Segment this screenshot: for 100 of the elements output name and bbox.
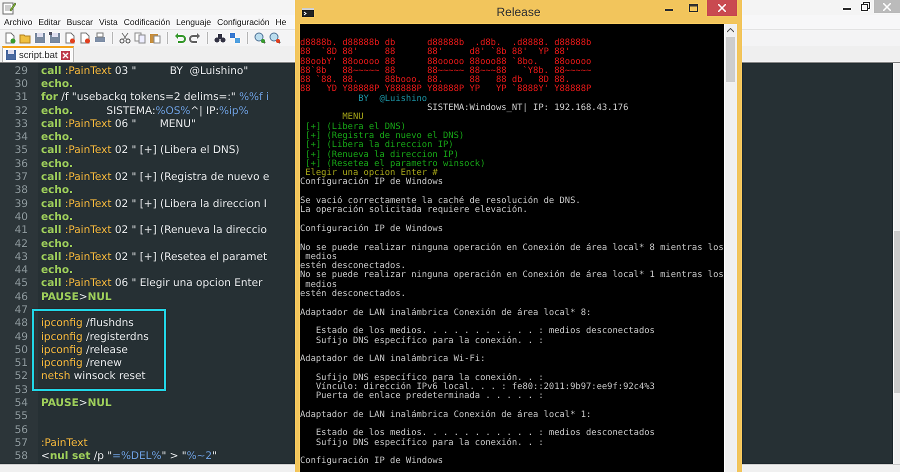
console-line: Se vació correctamente la caché de resolución de DNS.: [300, 197, 582, 206]
code-line: PAUSE>NUL: [41, 397, 112, 410]
console-line: Adaptador de LAN inalámbrica Conexión de área local* 8:: [300, 308, 592, 318]
replace-icon[interactable]: [229, 32, 241, 44]
console-line: Configuración IP de Windows: [300, 178, 444, 188]
zoom-out-icon[interactable]: [269, 32, 281, 44]
close-files-icon[interactable]: [79, 32, 91, 44]
line-number: 52: [14, 370, 28, 382]
scroll-thumb[interactable]: [726, 37, 735, 82]
line-number: 40: [14, 210, 28, 223]
line-number: 42: [14, 238, 28, 250]
console-line: 88 `88. 88. 88booo. 88. 88 88 db 8D 88.: [300, 76, 570, 86]
code-line: PAUSE>NUL: [41, 290, 112, 303]
code-line: call :PainText 02 " [+] (Resetea el paramet: [41, 250, 268, 263]
close-icon: [718, 4, 726, 12]
console-line: d8888b. d88888b db d88888b .d8b. .d8888. d88888b: [300, 39, 592, 48]
console-line: Elegir una opcion Enter #: [305, 169, 438, 178]
line-number: 58: [14, 450, 28, 462]
window-title: Release: [496, 5, 541, 19]
console-line: 88 `8D 88' 88 88' d8' `8b 88' YP 88': [300, 48, 572, 58]
code-line: echo.: [41, 184, 74, 196]
line-number: 36: [14, 158, 28, 170]
scroll-up-icon[interactable]: [727, 28, 734, 33]
console-line: Sufijo DNS específico para la conexión. . :: [314, 336, 545, 346]
console-line: medios: [305, 280, 338, 290]
code-line: call :PainText 02 " [+] (Registra de nuevo e: [41, 171, 270, 184]
console-line: Sufijo DNS específico para la conexión. . :: [314, 438, 545, 448]
floppies-icon[interactable]: [49, 32, 61, 44]
binoculars-icon[interactable]: [214, 32, 226, 44]
code-line: <nul set /p "=%DEL%" > "%~2": [41, 450, 217, 462]
redo-icon[interactable]: [189, 32, 201, 44]
scrollbar[interactable]: [724, 24, 737, 472]
console-line: No se puede realizar ninguna operación en Conexión de área local* 1 mientras los: [300, 271, 724, 280]
console-line: [+] (Registra de nuevo el DNS): [304, 132, 466, 141]
close-file-icon[interactable]: [64, 32, 76, 44]
console-line: Puerta de enlace predeterminada . . . . . :: [314, 392, 545, 402]
menu-item[interactable]: Configuración: [217, 17, 270, 27]
zoom-in-icon[interactable]: [254, 32, 266, 44]
restore-icon[interactable]: [860, 2, 870, 11]
line-number: 48: [14, 317, 28, 330]
console-line: estén desconectados.: [300, 290, 407, 300]
floppy-icon: [6, 50, 16, 60]
console-icon: [302, 8, 314, 16]
line-number: 32: [14, 104, 28, 117]
line-number: 56: [14, 424, 28, 436]
code-line: ipconfig /registerdns: [41, 330, 149, 343]
line-number: 33: [14, 118, 28, 130]
clipboard-icon[interactable]: [149, 32, 161, 44]
file-tab[interactable]: script.bat: [2, 46, 74, 62]
console-line: Configuración IP de Windows: [300, 457, 444, 467]
code-line: for /f "usebackq tokens=2 delims=:" %%f i: [41, 91, 269, 104]
undo-icon[interactable]: [174, 32, 186, 44]
console-line: SISTEMA:Windows_NT| IP: 192.168.43.176: [426, 104, 630, 114]
console-line: [+] (Resetea el parametro winsock): [304, 160, 486, 169]
line-number: 34: [14, 131, 28, 144]
console-line: BY @Luishino: [357, 94, 428, 104]
menu-item[interactable]: Codificación: [124, 17, 170, 27]
code-line: ipconfig /release: [41, 344, 128, 356]
close-icon[interactable]: [60, 50, 70, 60]
close-icon: [883, 2, 891, 10]
code-line: echo.: [41, 78, 74, 90]
scissors-icon[interactable]: [119, 32, 131, 44]
copy-icon[interactable]: [134, 32, 146, 44]
code-line: :PainText: [41, 436, 88, 449]
line-number: 30: [14, 78, 28, 90]
menu-item[interactable]: He: [276, 17, 286, 27]
menu-item[interactable]: Lenguaje: [176, 17, 212, 27]
maximize-icon[interactable]: [688, 4, 698, 12]
line-number: 44: [14, 264, 28, 276]
scroll-thumb[interactable]: [894, 231, 900, 393]
code-line: call :PainText 02 " [+] (Renueva la direccio: [41, 224, 267, 236]
code-line: echo. SISTEMA:%OS%^| IP:%ip%: [41, 104, 249, 117]
menu-item[interactable]: Buscar: [66, 17, 94, 27]
line-number: 47: [14, 304, 28, 316]
line-number: 37: [14, 171, 28, 184]
console-line: No se puede realizar ninguna operación en Conexión de área local* 8 mientras los: [300, 244, 724, 253]
new-file-icon[interactable]: [4, 32, 16, 44]
printer-icon[interactable]: [94, 32, 106, 44]
menu-item[interactable]: Vista: [99, 17, 118, 27]
line-number: 49: [14, 330, 28, 343]
code-line: call :PainText 03 " BY @Luishino": [41, 64, 248, 77]
line-number: 55: [14, 410, 28, 422]
code-line: call :PainText 06 " MENU": [41, 118, 196, 130]
line-number: 29: [14, 64, 28, 77]
line-number: 35: [14, 144, 28, 156]
close-button[interactable]: [707, 0, 737, 16]
console-line: MENU: [342, 113, 365, 122]
console-line: 88 YD Y88888P Y88888P Y88888P YP YP `8888Y' Y88888P: [300, 85, 592, 94]
code-line: ipconfig /flushdns: [41, 317, 134, 330]
menu-item[interactable]: Editar: [38, 17, 61, 27]
folder-icon[interactable]: [19, 32, 31, 44]
scrollbar[interactable]: [893, 63, 900, 464]
floppy-icon[interactable]: [34, 32, 46, 44]
console-line: medios: [305, 252, 338, 262]
console-line: Adaptador de LAN inalámbrica Conexión de área local* 1:: [300, 410, 592, 420]
code-line: echo.: [41, 131, 74, 144]
code-line: echo.: [41, 158, 74, 170]
menu-item[interactable]: Archivo: [4, 17, 32, 27]
code-line: echo.: [41, 238, 74, 250]
line-number: 51: [14, 357, 28, 370]
